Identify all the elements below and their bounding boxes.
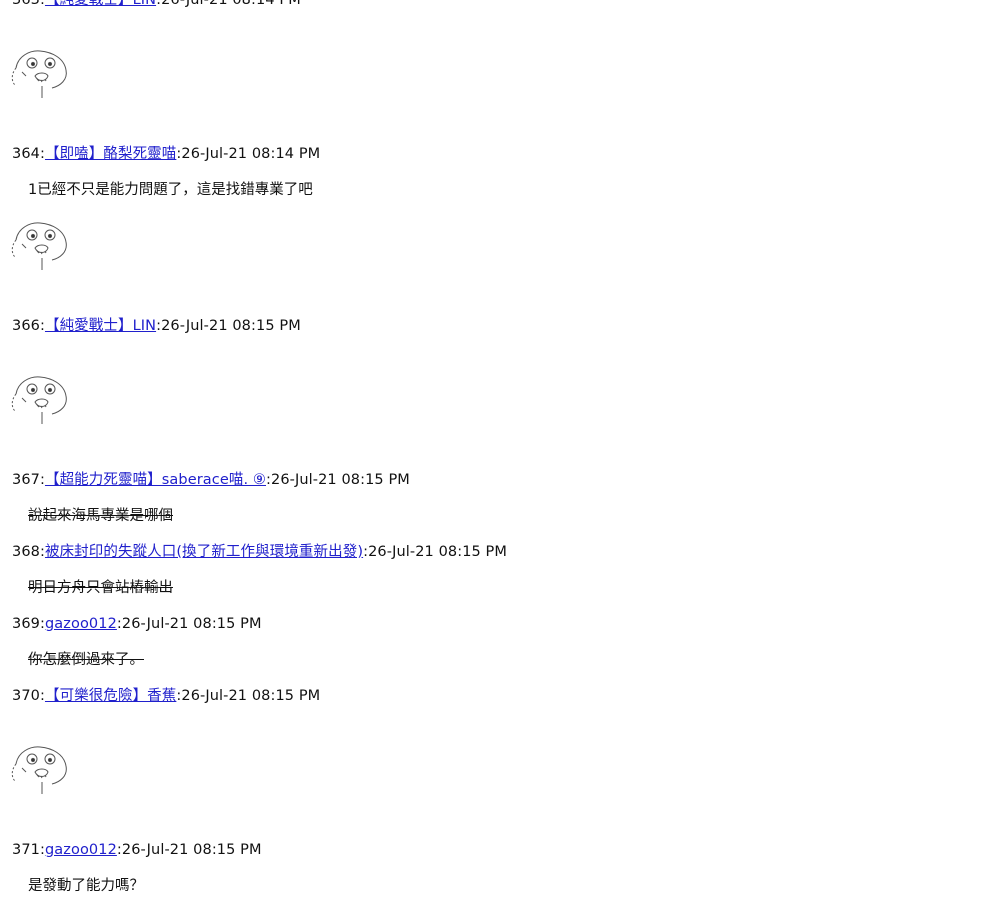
poster-name-link[interactable]: 【超能力死靈喵】saberace喵. ⑨ xyxy=(45,472,266,488)
face-emoticon-icon xyxy=(11,222,67,270)
post-number: 371: xyxy=(12,842,45,858)
post-number: 370: xyxy=(12,688,45,704)
post-header: 371:gazoo012:26-Jul-21 08:15 PM xyxy=(12,842,262,858)
post-header: 367:【超能力死靈喵】saberace喵. ⑨:26-Jul-21 08:15… xyxy=(12,472,410,488)
post-body: 你怎麼倒過來了。 xyxy=(28,652,144,668)
poster-name-link[interactable]: 【即嗑】酪梨死靈喵 xyxy=(45,146,176,162)
post-date: 26-Jul-21 08:15 PM xyxy=(121,842,262,858)
post-header: 368:被床封印的失蹤人口(換了新工作與環境重新出發):26-Jul-21 08… xyxy=(12,544,508,560)
post-date: 26-Jul-21 08:14 PM xyxy=(161,0,301,8)
post-date: 26-Jul-21 08:15 PM xyxy=(121,616,262,632)
post-number: 367: xyxy=(12,472,45,488)
poster-name-link[interactable]: gazoo012 xyxy=(45,616,117,632)
poster-name-link[interactable]: 【純愛戰士】LIN xyxy=(45,0,156,8)
poster-name-link[interactable]: 被床封印的失蹤人口(換了新工作與環境重新出發) xyxy=(45,544,363,560)
post-date: 26-Jul-21 08:15 PM xyxy=(161,318,301,334)
post-body: 是發動了能力嗎？ xyxy=(28,878,144,894)
post-number: 366: xyxy=(12,318,45,334)
post-number: 364: xyxy=(12,146,45,162)
post-header: 370:【可樂很危險】香蕉:26-Jul-21 08:15 PM xyxy=(12,688,321,704)
post-number: 363: xyxy=(12,0,45,8)
post-number: 369: xyxy=(12,616,45,632)
poster-name-link[interactable]: 【可樂很危險】香蕉 xyxy=(45,688,176,704)
poster-name-link[interactable]: gazoo012 xyxy=(45,842,117,858)
post-body: 1已經不只是能力問題了，這是找錯專業了吧 xyxy=(28,182,313,198)
post-date: 26-Jul-21 08:15 PM xyxy=(271,472,410,488)
post-header: 363:【純愛戰士】LIN:26-Jul-21 08:14 PM xyxy=(12,0,301,10)
face-emoticon-icon xyxy=(11,50,67,98)
post-body: 說起來海馬專業是哪個 xyxy=(28,508,173,524)
post-date: 26-Jul-21 08:14 PM xyxy=(181,146,321,162)
face-emoticon-icon xyxy=(11,376,67,424)
face-emoticon-icon xyxy=(11,746,67,794)
poster-name-link[interactable]: 【純愛戰士】LIN xyxy=(45,318,156,334)
post-header: 366:【純愛戰士】LIN:26-Jul-21 08:15 PM xyxy=(12,318,301,334)
post-body: 明日方舟只會站樁輸出 xyxy=(28,580,173,596)
post-date: 26-Jul-21 08:15 PM xyxy=(368,544,508,560)
post-number: 368: xyxy=(12,544,45,560)
post-header: 369:gazoo012:26-Jul-21 08:15 PM xyxy=(12,616,262,632)
post-date: 26-Jul-21 08:15 PM xyxy=(181,688,321,704)
post-header: 364:【即嗑】酪梨死靈喵:26-Jul-21 08:14 PM xyxy=(12,146,321,162)
